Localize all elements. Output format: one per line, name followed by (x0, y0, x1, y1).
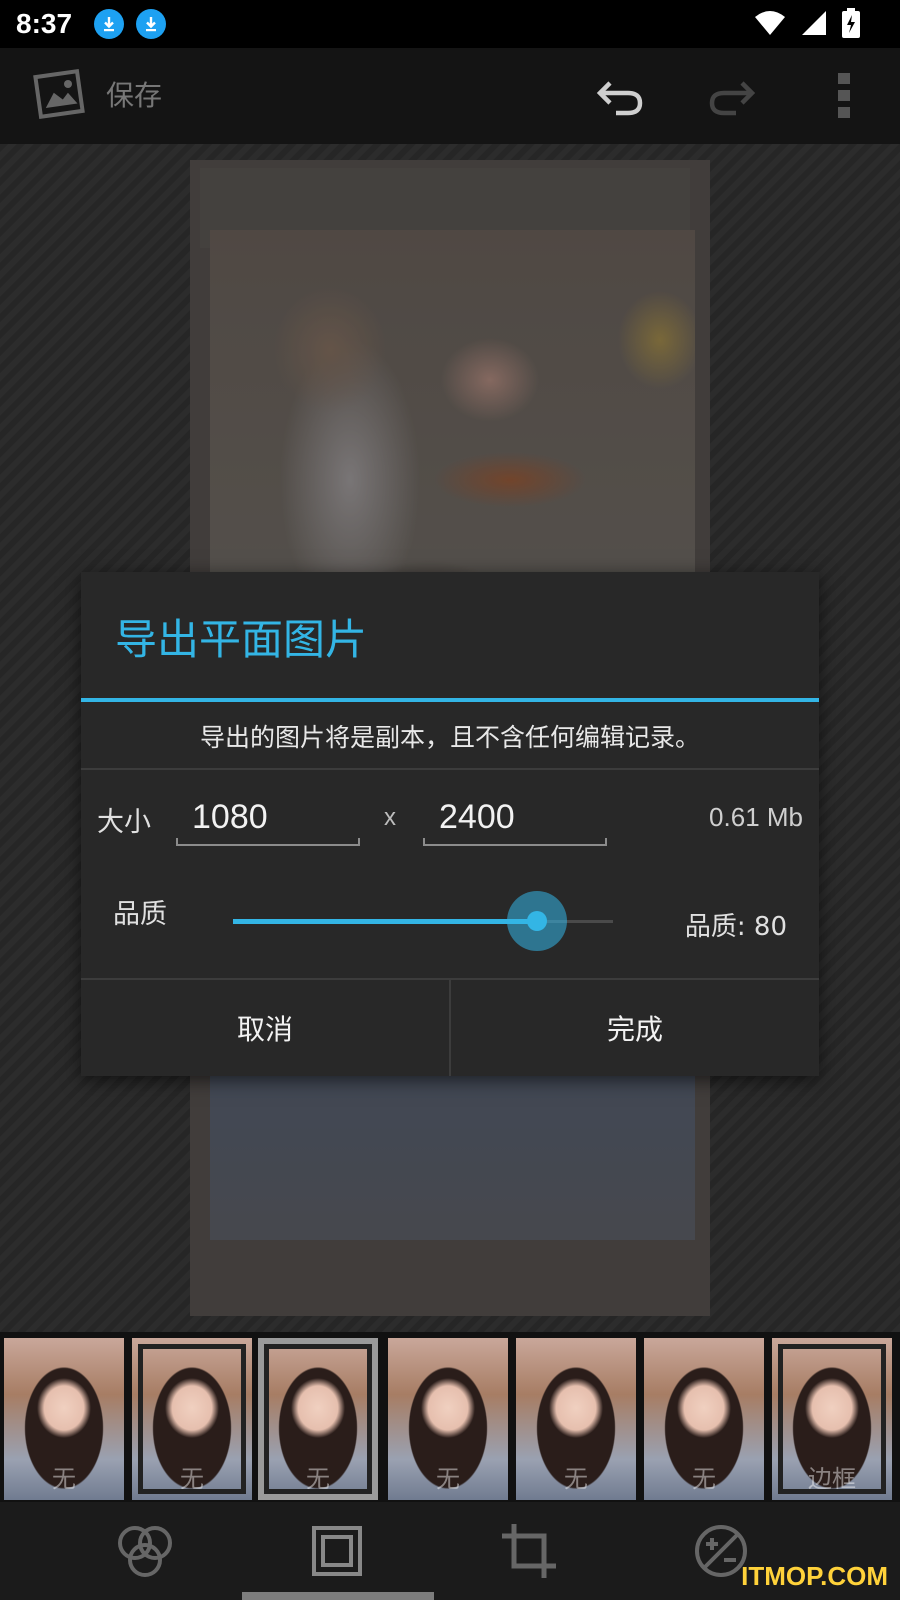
download-icon (136, 9, 167, 39)
battery-charging-icon (842, 8, 860, 42)
frame-thumbnail[interactable]: 无 (388, 1338, 508, 1500)
export-dialog: 导出平面图片 导出的图片将是副本，且不含任何编辑记录。 大小 x 0.61 Mb… (81, 572, 819, 1076)
frame-thumbnail-strip: 无 无 无 无 无 无 边框 (0, 1332, 900, 1502)
thumbnail-label: 无 (436, 1465, 460, 1493)
status-time: 8:37 (16, 8, 73, 39)
signal-icon (800, 9, 828, 41)
frame-thumbnail[interactable]: 边框 (772, 1338, 892, 1500)
thumbnail-label: 无 (180, 1465, 204, 1493)
quality-label: 品质 (113, 899, 167, 930)
undo-icon[interactable] (592, 68, 648, 124)
frame-thumbnail[interactable]: 无 (132, 1338, 252, 1500)
frame-thumbnail[interactable]: 无 (258, 1338, 378, 1500)
wifi-icon (754, 9, 786, 41)
dialog-title: 导出平面图片 (115, 615, 368, 664)
quality-slider[interactable] (233, 891, 613, 951)
redo-icon[interactable] (704, 68, 760, 124)
dialog-message: 导出的图片将是副本，且不含任何编辑记录。 (199, 723, 700, 752)
bottom-toolbar: ITMOP.COM (0, 1502, 900, 1600)
cancel-button[interactable]: 取消 (81, 980, 449, 1076)
crop-icon[interactable] (494, 1516, 564, 1586)
quality-value: 品质: 80 (684, 912, 787, 942)
quality-slider-fill (233, 919, 537, 924)
frame-thumbnail[interactable]: 无 (644, 1338, 764, 1500)
height-input[interactable] (423, 790, 607, 844)
frame-icon[interactable] (302, 1516, 372, 1586)
done-button[interactable]: 完成 (451, 980, 819, 1076)
thumbnail-label: 无 (52, 1465, 76, 1493)
thumbnail-label: 无 (564, 1465, 588, 1493)
width-input[interactable] (176, 790, 360, 844)
quality-slider-thumb[interactable] (507, 891, 567, 951)
frame-thumbnail[interactable]: 无 (4, 1338, 124, 1500)
size-label: 大小 (97, 807, 151, 838)
thumbnail-label: 边框 (808, 1465, 856, 1493)
filters-icon[interactable] (110, 1516, 180, 1586)
dimension-separator: x (384, 804, 396, 831)
watermark-text: ITMOP.COM (741, 1561, 888, 1591)
save-button[interactable]: 保存 (106, 74, 162, 114)
status-bar: 8:37 (0, 0, 900, 48)
thumbnail-label: 无 (306, 1465, 330, 1493)
thumbnail-label: 无 (692, 1465, 716, 1493)
action-bar: 保存 (0, 48, 900, 144)
frame-thumbnail[interactable]: 无 (516, 1338, 636, 1500)
width-field-wrapper (176, 790, 360, 846)
divider (81, 768, 819, 770)
overflow-menu-icon[interactable] (816, 68, 872, 124)
file-size: 0.61 Mb (709, 802, 803, 832)
selected-tool-indicator (242, 1592, 434, 1600)
download-icon (94, 9, 125, 39)
title-divider (81, 698, 819, 702)
photo-app-icon[interactable] (30, 64, 88, 122)
height-field-wrapper (423, 790, 607, 846)
